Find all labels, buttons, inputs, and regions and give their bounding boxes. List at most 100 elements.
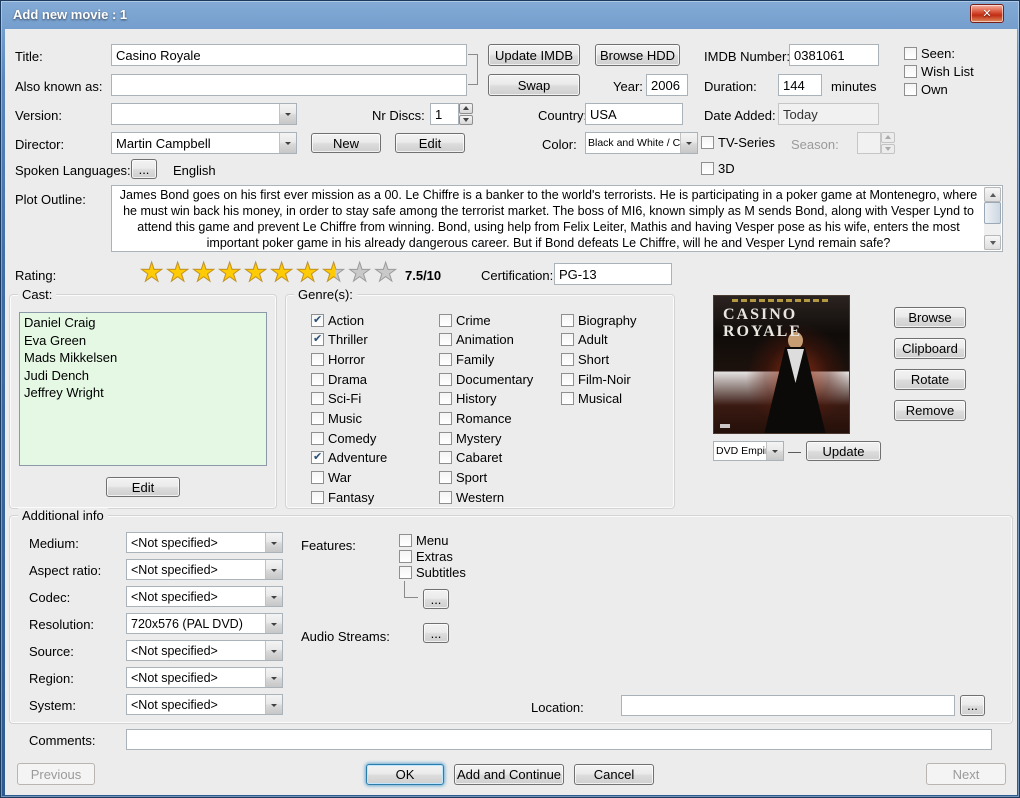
poster-update-button[interactable]: Update	[806, 441, 881, 461]
poster-rotate-button[interactable]: Rotate	[894, 369, 966, 390]
chevron-down-icon	[265, 587, 282, 606]
features-browse-button[interactable]: ...	[423, 589, 449, 609]
director-dropdown[interactable]: Martin Campbell	[111, 132, 297, 154]
star-empty-icon[interactable]: ★★	[374, 259, 400, 287]
resolution-dropdown[interactable]: 720x576 (PAL DVD)	[126, 613, 283, 634]
genre-checkbox-fantasy[interactable]: Fantasy	[311, 490, 433, 504]
nr-discs-input[interactable]: 1	[430, 103, 459, 125]
poster-clipboard-button[interactable]: Clipboard	[894, 338, 966, 359]
genre-checkbox-adult[interactable]: Adult	[561, 333, 671, 347]
genre-checkbox-comedy[interactable]: Comedy	[311, 431, 433, 445]
poster-source-dropdown[interactable]: DVD Empire	[713, 441, 784, 461]
cast-list-item[interactable]: Jeffrey Wright	[20, 384, 266, 402]
genre-checkbox-sport[interactable]: Sport	[439, 471, 555, 485]
genre-checkbox-action[interactable]: Action	[311, 313, 433, 327]
poster-browse-button[interactable]: Browse	[894, 307, 966, 328]
location-browse-button[interactable]: ...	[960, 695, 985, 716]
title-bar[interactable]: Add new movie : 1 ✕	[1, 1, 1020, 29]
feature-menu-checkbox[interactable]: Menu	[399, 533, 449, 547]
star-full-icon[interactable]: ★★	[166, 259, 192, 287]
add-and-continue-button[interactable]: Add and Continue	[454, 764, 564, 785]
genre-checkbox-cabaret[interactable]: Cabaret	[439, 451, 555, 465]
feature-subtitles-checkbox[interactable]: Subtitles	[399, 565, 466, 579]
version-dropdown[interactable]	[111, 103, 297, 125]
imdb-number-input[interactable]: 0381061	[789, 44, 879, 66]
system-dropdown[interactable]: <Not specified>	[126, 694, 283, 715]
scroll-up-icon[interactable]	[984, 187, 1001, 202]
genre-checkbox-documentary[interactable]: Documentary	[439, 372, 555, 386]
swap-button[interactable]: Swap	[488, 74, 580, 96]
star-full-icon[interactable]: ★★	[270, 259, 296, 287]
cast-list-item[interactable]: Eva Green	[20, 332, 266, 350]
genre-checkbox-adventure[interactable]: Adventure	[311, 451, 433, 465]
genre-checkbox-western[interactable]: Western	[439, 490, 555, 504]
tv-series-checkbox[interactable]: TV-Series	[701, 135, 775, 149]
genre-checkbox-animation[interactable]: Animation	[439, 333, 555, 347]
genre-checkbox-mystery[interactable]: Mystery	[439, 431, 555, 445]
star-rating[interactable]: ★★★★★★★★★★★★★★★★★★★★	[140, 259, 400, 287]
genre-checkbox-family[interactable]: Family	[439, 352, 555, 366]
close-button[interactable]: ✕	[970, 4, 1004, 23]
spinner-down-icon[interactable]	[459, 115, 473, 126]
genre-checkbox-biography[interactable]: Biography	[561, 313, 671, 327]
star-full-icon[interactable]: ★★	[218, 259, 244, 287]
cast-list[interactable]: Daniel CraigEva GreenMads MikkelsenJudi …	[19, 312, 267, 466]
plot-outline-textarea[interactable]: James Bond goes on his first ever missio…	[111, 185, 1003, 252]
genre-checkbox-drama[interactable]: Drama	[311, 372, 433, 386]
genre-checkbox-sci-fi[interactable]: Sci-Fi	[311, 392, 433, 406]
plot-scrollbar[interactable]	[984, 187, 1001, 250]
nr-discs-stepper[interactable]	[459, 103, 473, 125]
region-dropdown[interactable]: <Not specified>	[126, 667, 283, 688]
star-empty-icon[interactable]: ★★	[348, 259, 374, 287]
genre-checkbox-music[interactable]: Music	[311, 411, 433, 425]
director-new-button[interactable]: New	[311, 133, 381, 153]
duration-input[interactable]: 144	[778, 74, 822, 96]
medium-dropdown[interactable]: <Not specified>	[126, 532, 283, 553]
own-checkbox[interactable]: Own	[904, 82, 948, 96]
source-dropdown[interactable]: <Not specified>	[126, 640, 283, 661]
threed-checkbox[interactable]: 3D	[701, 161, 735, 175]
director-edit-button[interactable]: Edit	[395, 133, 465, 153]
genre-checkbox-musical[interactable]: Musical	[561, 392, 671, 406]
location-input[interactable]	[621, 695, 955, 716]
codec-dropdown[interactable]: <Not specified>	[126, 586, 283, 607]
also-known-as-input[interactable]	[111, 74, 467, 96]
browse-hdd-button[interactable]: Browse HDD	[595, 44, 680, 66]
poster-remove-button[interactable]: Remove	[894, 400, 966, 421]
wish-list-checkbox[interactable]: Wish List	[904, 64, 974, 78]
cast-edit-button[interactable]: Edit	[106, 477, 180, 497]
title-input[interactable]: Casino Royale	[111, 44, 467, 66]
genre-checkbox-romance[interactable]: Romance	[439, 411, 555, 425]
country-input[interactable]: USA	[585, 103, 683, 125]
seen-checkbox[interactable]: Seen:	[904, 46, 955, 60]
update-imdb-button[interactable]: Update IMDB	[488, 44, 580, 66]
genre-checkbox-horror[interactable]: Horror	[311, 352, 433, 366]
genre-checkbox-short[interactable]: Short	[561, 352, 671, 366]
cast-list-item[interactable]: Judi Dench	[20, 367, 266, 385]
cast-list-item[interactable]: Mads Mikkelsen	[20, 349, 266, 367]
color-dropdown[interactable]: Black and White / Color	[585, 132, 698, 154]
genre-checkbox-war[interactable]: War	[311, 471, 433, 485]
aspect-ratio-dropdown[interactable]: <Not specified>	[126, 559, 283, 580]
year-input[interactable]: 2006	[646, 74, 688, 96]
cast-list-item[interactable]: Daniel Craig	[20, 314, 266, 332]
scroll-down-icon[interactable]	[984, 235, 1001, 250]
star-half-icon[interactable]: ★★	[322, 259, 348, 287]
star-full-icon[interactable]: ★★	[296, 259, 322, 287]
ok-button[interactable]: OK	[366, 764, 444, 785]
genre-checkbox-thriller[interactable]: Thriller	[311, 333, 433, 347]
comments-input[interactable]	[126, 729, 992, 750]
spinner-up-icon[interactable]	[459, 103, 473, 114]
feature-extras-checkbox[interactable]: Extras	[399, 549, 453, 563]
genre-checkbox-crime[interactable]: Crime	[439, 313, 555, 327]
star-full-icon[interactable]: ★★	[192, 259, 218, 287]
cancel-button[interactable]: Cancel	[574, 764, 654, 785]
scrollbar-thumb[interactable]	[984, 202, 1001, 224]
genre-checkbox-film-noir[interactable]: Film-Noir	[561, 372, 671, 386]
audio-streams-browse-button[interactable]: ...	[423, 623, 449, 643]
genre-checkbox-history[interactable]: History	[439, 392, 555, 406]
star-full-icon[interactable]: ★★	[244, 259, 270, 287]
certification-input[interactable]: PG-13	[554, 263, 672, 285]
spoken-languages-browse-button[interactable]: ...	[131, 159, 157, 179]
star-full-icon[interactable]: ★★	[140, 259, 166, 287]
